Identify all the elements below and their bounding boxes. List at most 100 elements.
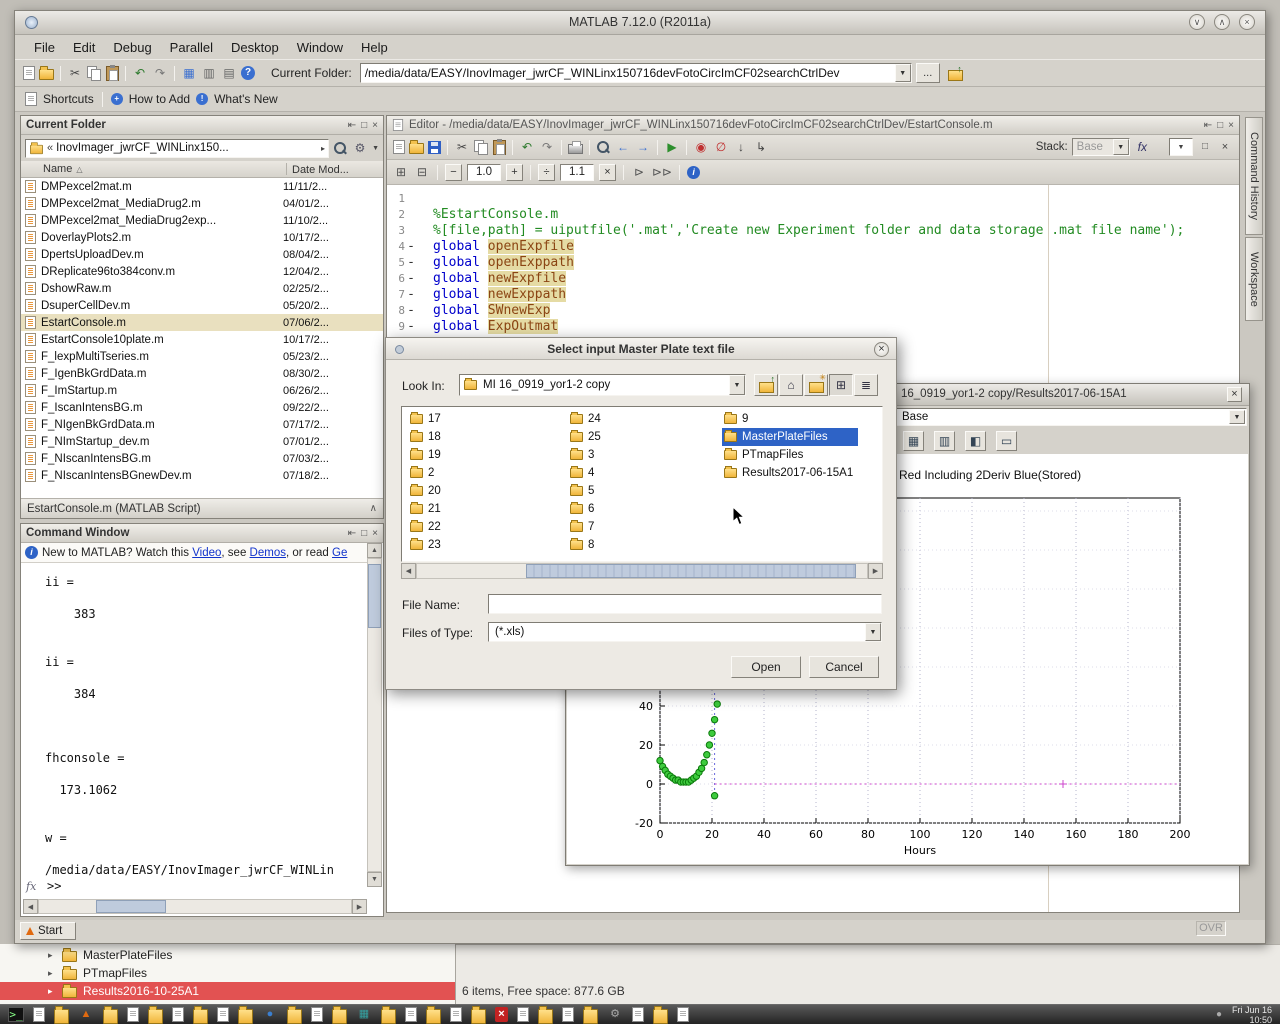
help-icon[interactable]: ?	[241, 66, 255, 80]
panel-icon[interactable]: ▭	[996, 431, 1017, 451]
DReplicate96to384conv.m[interactable]: DReplicate96to384conv.m 12/04/2...	[21, 263, 383, 280]
DMPexcel2mat_MediaDrug2exp...[interactable]: DMPexcel2mat_MediaDrug2exp... 11/10/2...	[21, 212, 383, 229]
stack-combobox[interactable]: Base	[1072, 138, 1130, 156]
clear-breakpoints-icon[interactable]: ∅	[713, 139, 729, 155]
scroll-right-icon[interactable]: ▶	[352, 899, 367, 914]
profiler-icon[interactable]: ▤	[221, 65, 237, 81]
look-in-caret-icon[interactable]	[729, 375, 745, 395]
up-one-level-icon[interactable]	[948, 65, 964, 81]
matlab-titlebar[interactable]: MATLAB 7.12.0 (R2011a) ∨∧×	[15, 11, 1265, 35]
folder-item[interactable]: 17	[408, 410, 446, 428]
open-icon[interactable]	[409, 143, 424, 154]
copy-icon[interactable]	[87, 66, 102, 81]
folder-icon[interactable]	[54, 1009, 69, 1024]
path-dropdown-icon[interactable]	[895, 64, 911, 82]
files-of-type-combobox[interactable]: (*.xls)	[488, 622, 882, 642]
dock-icon[interactable]	[1204, 120, 1212, 131]
undo-icon[interactable]: ↶	[519, 139, 535, 155]
horizontal-scrollbar-thumb[interactable]	[96, 900, 166, 913]
folder-item[interactable]: 18	[408, 428, 446, 446]
undock-icon[interactable]	[1217, 120, 1223, 131]
breadcrumb-caret-icon[interactable]: ▸	[321, 144, 325, 153]
F_ImStartup.m[interactable]: F_ImStartup.m 06/26/2...	[21, 382, 383, 399]
F_NIscanIntensBG.m[interactable]: F_NIscanIntensBG.m 07/03/2...	[21, 450, 383, 467]
scroll-left-icon[interactable]: ◀	[401, 563, 416, 579]
terminal-icon[interactable]: >_	[8, 1007, 24, 1022]
system-tray-icon[interactable]: ●	[1211, 1007, 1227, 1022]
close-icon[interactable]	[372, 528, 378, 539]
video-link[interactable]: Video	[192, 547, 221, 559]
undo-icon[interactable]: ↶	[132, 65, 148, 81]
close-icon[interactable]	[1228, 120, 1234, 131]
demos-link[interactable]: Demos	[250, 547, 286, 559]
cut-icon[interactable]: ✂	[67, 65, 83, 81]
browse-folder-button[interactable]: ...	[916, 63, 940, 83]
editor-header[interactable]: Editor - /media/data/EASY/InovImager_jwr…	[387, 116, 1239, 135]
expand-arrow-icon[interactable]	[48, 950, 62, 961]
folder-icon[interactable]	[148, 1009, 163, 1024]
current-folder-path-combobox[interactable]: /media/data/EASY/InovImager_jwrCF_WINLin…	[360, 63, 912, 83]
DMPexcel2mat.m[interactable]: DMPexcel2mat.m 11/11/2...	[21, 178, 383, 195]
folder-item[interactable]: 24	[568, 410, 606, 428]
dock-target-button[interactable]: ▼	[1169, 138, 1193, 156]
command-window-header[interactable]: Command Window	[21, 524, 383, 543]
copy-icon[interactable]	[474, 140, 489, 155]
new-file-icon[interactable]	[23, 66, 35, 80]
gear-icon[interactable]: ⚙	[607, 1007, 623, 1022]
folder-icon[interactable]	[103, 1009, 118, 1024]
folder-icon[interactable]	[426, 1009, 441, 1024]
home-icon[interactable]: ⌂	[779, 374, 803, 396]
folder-list[interactable]: 17 18 19 2	[401, 406, 883, 562]
start-button[interactable]: Start	[20, 922, 76, 940]
undock-icon[interactable]	[1197, 139, 1213, 155]
gear-icon[interactable]: ⚙	[352, 140, 368, 156]
document-icon[interactable]	[172, 1007, 184, 1022]
close-icon[interactable]	[874, 342, 889, 357]
info-icon[interactable]: i	[687, 166, 700, 179]
column-divider[interactable]	[286, 163, 287, 175]
F_NIgenBkGrdData.m[interactable]: F_NIgenBkGrdData.m 07/17/2...	[21, 416, 383, 433]
horizontal-scrollbar[interactable]	[38, 899, 352, 914]
dock-icon[interactable]	[348, 528, 356, 539]
scroll-down-icon[interactable]: ▼	[367, 872, 382, 887]
console-output[interactable]: ii = 383 ii = 384 fhconsole = 173.1062 w…	[23, 564, 367, 884]
column-date[interactable]: Date Mod...	[292, 164, 349, 176]
dialog-scrollbar-thumb[interactable]	[526, 564, 856, 578]
folder-item[interactable]: 4	[568, 464, 606, 482]
open-file-icon[interactable]	[39, 69, 54, 80]
up-one-level-icon[interactable]	[754, 374, 778, 396]
remove-cell-icon[interactable]: ⊟	[414, 164, 430, 180]
folder-icon[interactable]	[583, 1009, 598, 1024]
set-breakpoint-icon[interactable]: ◉	[693, 139, 709, 155]
search-icon[interactable]	[333, 141, 348, 156]
document-icon[interactable]	[405, 1007, 417, 1022]
EstartConsole10plate.m[interactable]: EstartConsole10plate.m 10/17/2...	[21, 331, 383, 348]
eval-advance-icon[interactable]: ⊳⊳	[652, 164, 672, 180]
chart-icon[interactable]: ▦	[356, 1007, 372, 1022]
scroll-up-icon[interactable]: ▲	[367, 543, 382, 558]
go-back-icon[interactable]: ←	[615, 139, 631, 155]
folder-icon[interactable]	[653, 1009, 668, 1024]
multiply-value-button[interactable]: ×	[599, 164, 616, 181]
document-icon[interactable]	[677, 1007, 689, 1022]
insert-cell-icon[interactable]: ⊞	[393, 164, 409, 180]
save-icon[interactable]	[428, 141, 441, 154]
folder-icon[interactable]	[538, 1009, 553, 1024]
run-icon[interactable]: ▶	[664, 139, 680, 155]
folder-breadcrumb[interactable]: « InovImager_jwrCF_WINLinx150... ▸	[25, 139, 329, 158]
simulink-icon[interactable]: ▦	[181, 65, 197, 81]
new-folder-icon[interactable]	[804, 374, 828, 396]
combo-caret-icon[interactable]	[1229, 410, 1245, 424]
redo-icon[interactable]: ↷	[152, 65, 168, 81]
document-icon[interactable]	[33, 1007, 45, 1022]
menu-item[interactable]: Edit	[64, 37, 104, 58]
type-caret-icon[interactable]	[865, 623, 881, 641]
menu-item[interactable]: Window	[288, 37, 352, 58]
look-in-combobox[interactable]: MI 16_0919_yor1-2 copy	[459, 374, 746, 396]
cell-value-field[interactable]: 1.0	[467, 164, 501, 181]
close-icon[interactable]	[372, 120, 378, 131]
document-icon[interactable]	[311, 1007, 323, 1022]
folder-icon[interactable]	[471, 1009, 486, 1024]
F_NImStartup_dev.m[interactable]: F_NImStartup_dev.m 07/01/2...	[21, 433, 383, 450]
folder-item[interactable]: 6	[568, 500, 606, 518]
